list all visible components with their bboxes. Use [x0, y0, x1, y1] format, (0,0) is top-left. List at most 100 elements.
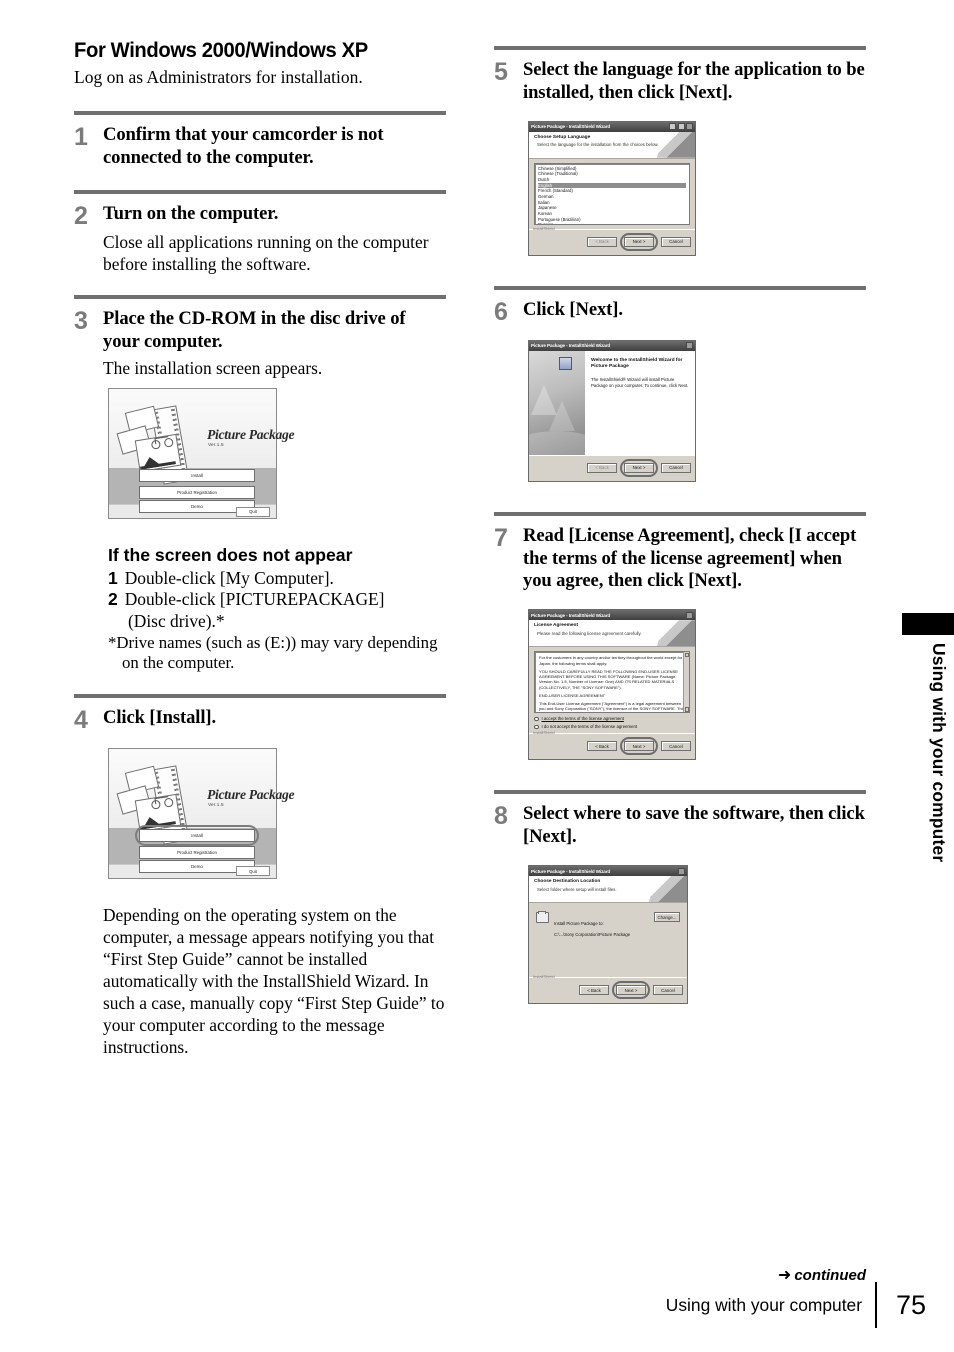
sub-step-number: 1	[108, 568, 118, 589]
step-2: 2 Turn on the computer. Close all applic…	[74, 203, 446, 276]
back-button[interactable]: < Back	[587, 462, 617, 473]
product-registration-button[interactable]: Product Registration	[139, 486, 255, 500]
step-number: 2	[74, 201, 88, 230]
dialog-footer: InstallShield < Back Next > Cancel	[529, 974, 687, 1004]
dialog-header: License Agreement Please read the follow…	[529, 620, 695, 648]
installshield-icon	[559, 356, 572, 370]
product-registration-button[interactable]: Product Registration	[139, 845, 255, 859]
side-tab-marker	[902, 613, 954, 635]
close-icon[interactable]	[686, 342, 693, 350]
dialog-title: Picture Package - InstallShield Wizard	[531, 343, 611, 349]
dialog-footer: InstallShield < Back Next > Cancel	[529, 730, 695, 760]
dialog-titlebar: Picture Package - InstallShield Wizard	[529, 340, 695, 351]
back-button[interactable]: < Back	[579, 985, 609, 996]
installshield-brand: InstallShield	[533, 225, 555, 231]
minimize-icon[interactable]	[669, 123, 676, 131]
dialog-header: Choose Setup Language Select the languag…	[529, 131, 695, 159]
right-column: 5 Select the language for the applicatio…	[494, 0, 866, 1005]
next-button[interactable]: Next >	[624, 741, 654, 752]
scrollbar[interactable]	[683, 652, 689, 713]
next-button-highlight-ring: Next >	[620, 458, 658, 477]
quit-button[interactable]: Quit	[236, 866, 270, 877]
choose-setup-language-dialog-screenshot: Picture Package - InstallShield Wizard C…	[528, 120, 696, 256]
cancel-button[interactable]: Cancel	[653, 985, 683, 996]
window-controls[interactable]	[686, 342, 693, 350]
step-7: 7 Read [License Agreement], check [I acc…	[494, 525, 866, 761]
step-divider	[494, 46, 866, 50]
step-divider	[494, 511, 866, 516]
welcome-text-panel: Welcome to the InstallShield Wizard for …	[559, 350, 695, 455]
step-number: 4	[74, 705, 88, 734]
page-title: For Windows 2000/Windows XP	[74, 38, 368, 62]
step-number: 5	[494, 58, 508, 86]
decline-radio-button[interactable]	[534, 724, 539, 730]
license-paragraph: This End-User License Agreement ("Agreem…	[539, 701, 685, 712]
step-4: 4 Click [Install]. Picture Package Ver.1…	[74, 707, 446, 1058]
language-option[interactable]: Russian	[538, 222, 686, 223]
install-button[interactable]: Install	[139, 469, 255, 483]
step-divider	[74, 295, 446, 300]
accept-license-radio-row[interactable]: I accept the terms of the license agreem…	[534, 716, 690, 721]
footnote: *Drive names (such as (E:)) may vary dep…	[108, 633, 446, 674]
next-button[interactable]: Next >	[624, 236, 654, 247]
license-paragraph: YOU SHOULD CAREFULLY READ THE FOLLOWING …	[539, 668, 678, 690]
step-1: 1 Confirm that your camcorder is not con…	[74, 124, 446, 170]
sub-step-2: 2 Double-click [PICTUREPACKAGE]	[108, 589, 446, 610]
back-button[interactable]: < Back	[587, 741, 617, 752]
step-3: 3 Place the CD-ROM in the disc drive of …	[74, 308, 446, 674]
step-number: 3	[74, 307, 88, 336]
accept-license-label: I accept the terms of the license agreem…	[541, 716, 624, 722]
scroll-up-arrow-icon[interactable]	[684, 652, 689, 658]
maximize-icon[interactable]	[677, 123, 685, 131]
dialog-body: Welcome to the InstallShield Wizard for …	[529, 350, 695, 455]
next-button[interactable]: Next >	[624, 462, 654, 473]
sub-step-2-continuation: (Disc drive).*	[128, 610, 225, 631]
next-button[interactable]: Next >	[616, 985, 646, 996]
step-number: 7	[494, 523, 508, 552]
welcome-wizard-dialog-screenshot: Picture Package - InstallShield Wizard W…	[528, 339, 696, 482]
scroll-down-arrow-icon[interactable]	[684, 707, 689, 712]
cancel-button[interactable]: Cancel	[661, 462, 691, 473]
dialog-title: Picture Package - InstallShield Wizard	[531, 124, 611, 130]
close-icon[interactable]	[686, 611, 693, 619]
cancel-button[interactable]: Cancel	[661, 236, 691, 247]
window-controls[interactable]	[686, 611, 693, 619]
footer-divider	[875, 1282, 877, 1328]
close-icon[interactable]	[678, 867, 685, 875]
chapter-side-tab: Using with your computer	[902, 613, 954, 923]
license-text-area[interactable]: For the customers in any country and/or …	[534, 651, 690, 714]
page-number: 75	[895, 1289, 927, 1320]
wizard-graphic	[529, 350, 585, 455]
sub-step-number: 2	[108, 589, 118, 610]
license-agreement-dialog-screenshot: Picture Package - InstallShield Wizard L…	[528, 609, 696, 761]
close-icon[interactable]	[686, 123, 693, 131]
picture-package-splash-screenshot: Picture Package Ver.1.5 Install Product …	[108, 388, 295, 520]
step-title: Place the CD-ROM in the disc drive of yo…	[103, 308, 406, 353]
dialog-titlebar: Picture Package - InstallShield Wizard	[529, 610, 695, 621]
dialog-body: Chinese (Simplified) Chinese (Traditiona…	[529, 158, 695, 229]
step-title: Select where to save the software, then …	[523, 803, 865, 848]
window-controls[interactable]	[669, 123, 693, 131]
change-button[interactable]: Change...	[654, 912, 680, 923]
step-body: The installation screen appears.	[103, 358, 323, 379]
quit-button[interactable]: Quit	[236, 506, 270, 517]
dialog-footer: InstallShield < Back Next > Cancel	[529, 225, 695, 255]
side-tab-label: Using with your computer	[929, 643, 949, 863]
folder-icon	[536, 910, 549, 924]
cancel-button[interactable]: Cancel	[661, 741, 691, 752]
step-title: Turn on the computer.	[103, 202, 279, 224]
decline-license-radio-row[interactable]: I do not accept the terms of the license…	[534, 724, 690, 729]
window-controls[interactable]	[678, 867, 685, 875]
step-5: 5 Select the language for the applicatio…	[494, 59, 866, 256]
language-listbox[interactable]: Chinese (Simplified) Chinese (Traditiona…	[534, 162, 690, 225]
back-button[interactable]: < Back	[587, 236, 617, 247]
footer-section-label: Using with your computer	[665, 1294, 862, 1315]
installshield-brand: InstallShield	[533, 974, 555, 980]
picture-package-version: Ver.1.5	[208, 801, 224, 807]
step-divider	[74, 189, 446, 194]
choose-destination-location-dialog-screenshot: Picture Package - InstallShield Wizard C…	[528, 865, 688, 1005]
step-divider	[74, 693, 446, 698]
accept-radio-button[interactable]	[534, 716, 539, 722]
sub-step-text: Double-click [My Computer].	[124, 568, 334, 589]
dialog-body: For the customers in any country and/or …	[529, 647, 695, 734]
